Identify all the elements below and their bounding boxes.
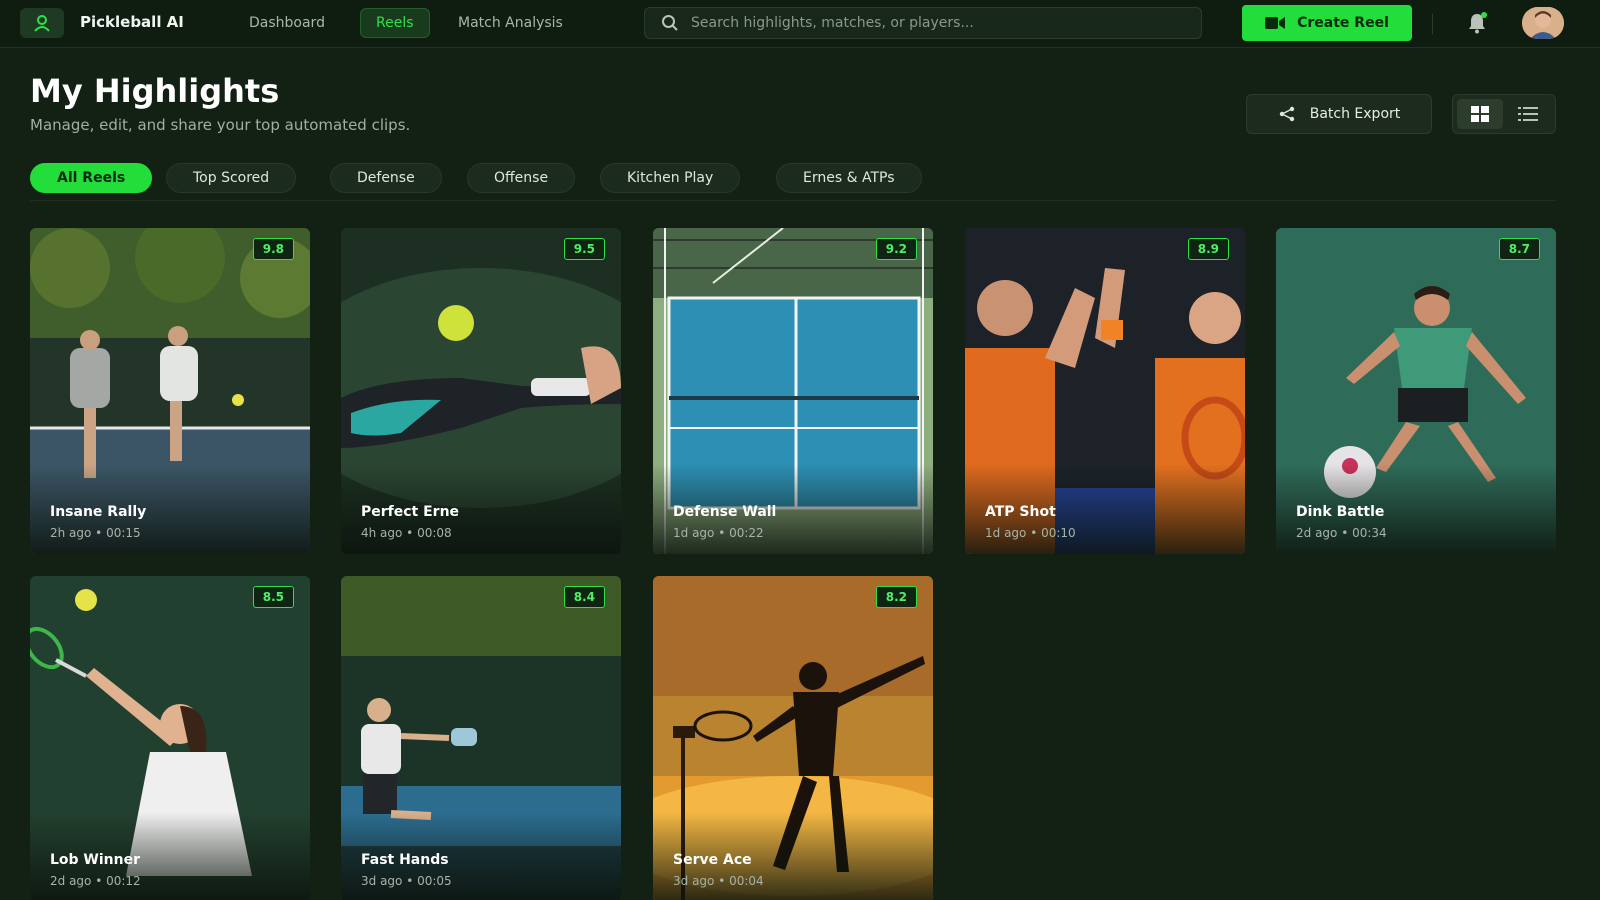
card-meta: 4h ago • 00:08 [361, 526, 452, 540]
filter-ernes-atps[interactable]: Ernes & ATPs [776, 163, 922, 193]
score-badge: 9.5 [563, 238, 605, 260]
app-logo[interactable] [20, 8, 64, 38]
video-camera-icon [1265, 17, 1286, 29]
card-meta: 1d ago • 00:22 [673, 526, 764, 540]
list-view-button[interactable] [1505, 99, 1551, 129]
score-badge: 9.2 [875, 238, 917, 260]
view-toggle [1452, 94, 1556, 134]
nav-reels[interactable]: Reels [360, 8, 430, 38]
create-reel-label: Create Reel [1297, 15, 1389, 31]
filter-offense[interactable]: Offense [467, 163, 576, 193]
score-badge: 8.5 [252, 586, 294, 608]
page-title: My Highlights [30, 72, 280, 110]
reel-card[interactable]: 8.4 Fast Hands 3d ago • 00:05 [341, 576, 621, 900]
grid-view-button[interactable] [1457, 99, 1503, 129]
card-meta: 2d ago • 00:34 [1296, 526, 1387, 540]
card-title: Lob Winner [50, 852, 141, 868]
logo-icon [34, 15, 50, 32]
reel-card[interactable]: 8.7 Dink Battle 2d ago • 00:34 [1276, 228, 1556, 554]
reel-card[interactable]: 8.5 Lob Winner 2d ago • 00:12 [30, 576, 310, 900]
list-view-icon [1518, 107, 1538, 121]
reel-card[interactable]: 8.9 ATP Shot 1d ago • 00:10 [965, 228, 1245, 554]
create-reel-button[interactable]: Create Reel [1242, 5, 1412, 41]
avatar[interactable] [1522, 7, 1564, 39]
search-input[interactable] [691, 15, 1171, 31]
filter-all-reels[interactable]: All Reels [30, 163, 153, 193]
card-meta: 3d ago • 00:04 [673, 874, 764, 888]
score-badge: 9.8 [252, 238, 294, 260]
page-subtitle: Manage, edit, and share your top automat… [30, 116, 411, 134]
card-title: ATP Shot [985, 504, 1056, 520]
bell-icon[interactable] [1465, 11, 1489, 35]
batch-export-button[interactable]: Batch Export [1246, 94, 1432, 134]
search-bar [644, 7, 1202, 39]
app-name: Pickleball AI [80, 13, 184, 31]
search-icon [662, 15, 678, 31]
card-title: Perfect Erne [361, 504, 460, 520]
grid-view-icon [1471, 106, 1489, 122]
card-meta: 1d ago • 00:10 [985, 526, 1076, 540]
card-meta: 3d ago • 00:05 [361, 874, 452, 888]
card-meta: 2h ago • 00:15 [50, 526, 141, 540]
nav-match-analysis[interactable]: Match Analysis [443, 8, 578, 38]
share-icon [1279, 106, 1294, 122]
card-title: Fast Hands [361, 852, 449, 868]
score-badge: 8.9 [1187, 238, 1229, 260]
card-title: Dink Battle [1296, 504, 1385, 520]
filter-defense[interactable]: Defense [330, 163, 442, 193]
filter-divider [30, 200, 1556, 201]
reel-card[interactable]: 9.2 Defense Wall 1d ago • 00:22 [653, 228, 933, 554]
card-meta: 2d ago • 00:12 [50, 874, 141, 888]
batch-export-label: Batch Export [1309, 106, 1401, 122]
card-title: Serve Ace [673, 852, 752, 868]
filter-kitchen-play[interactable]: Kitchen Play [600, 163, 741, 193]
card-title: Defense Wall [673, 504, 777, 520]
reel-card[interactable]: 8.2 Serve Ace 3d ago • 00:04 [653, 576, 933, 900]
avatar-image [1522, 7, 1564, 39]
card-title: Insane Rally [50, 504, 147, 520]
nav-dashboard[interactable]: Dashboard [234, 8, 340, 38]
score-badge: 8.4 [563, 586, 605, 608]
reel-card[interactable]: 9.8 Insane Rally 2h ago • 00:15 [30, 228, 310, 554]
score-badge: 8.7 [1498, 238, 1540, 260]
filter-top-scored[interactable]: Top Scored [166, 163, 297, 193]
score-badge: 8.2 [875, 586, 917, 608]
top-navigation-bar: Pickleball AI Dashboard Reels Match Anal… [0, 0, 1600, 48]
nav-divider [1432, 14, 1433, 34]
reel-card[interactable]: 9.5 Perfect Erne 4h ago • 00:08 [341, 228, 621, 554]
